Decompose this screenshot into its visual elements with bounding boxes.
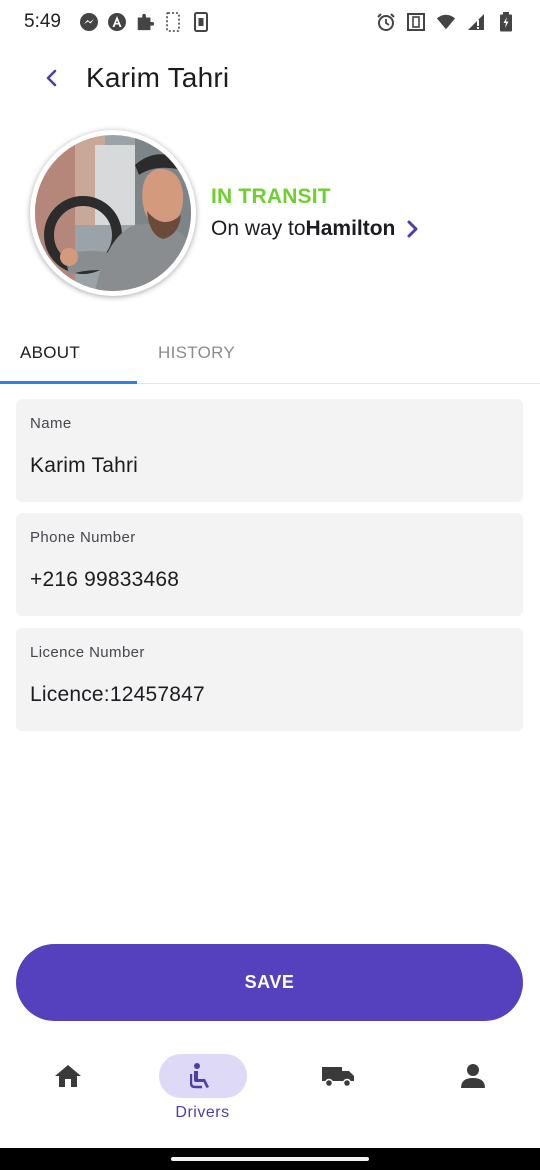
field-label: Licence Number [30,644,145,661]
nav-label-drivers: Drivers [175,1104,230,1121]
field-value[interactable]: +216 99833468 [30,568,509,592]
wifi-icon [436,12,456,32]
profile-info: IN TRANSIT On way to Hamilton [211,185,419,241]
tab-bar: ABOUT HISTORY [0,322,540,384]
nav-item-drivers[interactable]: Drivers [135,1046,270,1146]
sim-icon [191,12,211,32]
nav-item-trucks[interactable] [270,1046,405,1146]
field-value[interactable]: Licence:12457847 [30,683,509,707]
nav-item-profile[interactable] [405,1046,540,1146]
home-icon [54,1065,81,1087]
gesture-handle[interactable] [171,1157,369,1161]
destination-name: Hamilton [305,217,396,240]
save-button[interactable]: SAVE [16,944,523,1021]
status-bar: 5:49 [0,0,540,44]
app-bar: Karim Tahri [0,48,540,108]
person-icon [460,1064,485,1088]
phone-field[interactable]: Phone Number +216 99833468 [16,513,523,616]
gesture-bar [0,1148,540,1170]
field-label: Phone Number [30,529,136,546]
screenshot-icon [163,12,183,32]
signal-icon [466,12,486,32]
chevron-left-icon [46,69,57,87]
nav-item-home[interactable] [0,1046,135,1146]
chevron-right-icon [405,219,419,239]
nav-pill [24,1054,112,1098]
driver-profile: IN TRANSIT On way to Hamilton [30,128,510,298]
alarm-icon [376,12,396,32]
avatar-photo [35,135,191,291]
page-title: Karim Tahri [86,62,230,93]
angular-icon [107,12,127,32]
battery-icon [496,12,516,32]
nav-pill [158,1054,247,1098]
field-label: Name [30,415,72,432]
name-field[interactable]: Name Karim Tahri [16,399,523,502]
status-left: 5:49 [24,11,211,33]
puzzle-icon [135,12,155,32]
status-time: 5:49 [24,11,61,32]
back-button[interactable] [24,50,80,106]
tab-about[interactable]: ABOUT [0,322,137,384]
driver-seat-icon [189,1063,209,1089]
truck-icon [321,1067,354,1088]
status-right [376,12,516,32]
destination-link[interactable]: On way to Hamilton [211,217,419,241]
avatar[interactable] [30,130,196,296]
bottom-nav: Drivers [0,1046,540,1146]
nav-pill [294,1054,382,1098]
nav-pill [429,1054,517,1098]
vibrate-icon [406,12,426,32]
status-badge: IN TRANSIT [211,185,331,208]
tab-history[interactable]: HISTORY [137,322,274,383]
destination-prefix: On way to [211,217,306,240]
licence-field[interactable]: Licence Number Licence:12457847 [16,628,523,731]
field-value[interactable]: Karim Tahri [30,454,509,478]
messenger-icon [79,12,99,32]
